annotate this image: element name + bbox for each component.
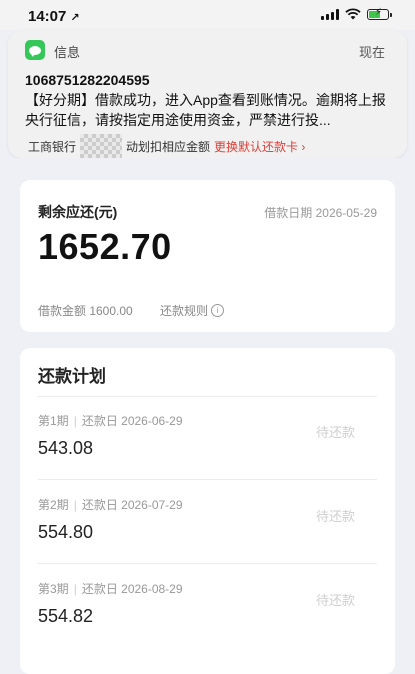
rules-label: 还款规则 [160,304,209,318]
bank-prefix: 工商银行 [28,139,77,154]
repayment-page: 工商银行 动划扣相应金额 更换默认还款卡 › 剩余应还(元) 借款日期 2026… [8,134,407,674]
messages-app-icon [25,40,45,60]
notification-time: 现在 [358,45,385,60]
notification-sender: 1068751282204595 [25,72,150,88]
row-amount: 554.80 [38,522,94,542]
bank-card-line: 工商银行 动划扣相应金额 更换默认还款卡 › [28,134,305,158]
remaining-label: 剩余应还(元) [38,204,118,220]
location-arrow-icon: ↗ [70,12,80,24]
change-card-link[interactable]: 更换默认还款卡 › [214,138,305,155]
redacted-mosaic [80,134,123,158]
row-period: 第2期 | 还款日 2026-07-29 [38,498,183,512]
wifi-icon [345,8,361,20]
loan-amount: 借款金额 1600.00 [38,304,133,318]
row-period: 第3期 | 还款日 2026-08-29 [38,582,183,596]
status-time: 14:07 ↗ [28,8,80,25]
charging-bolt-icon: ⚡ [375,6,383,18]
cellular-signal-icon [321,8,339,20]
row-period: 第1期 | 还款日 2026-06-29 [38,414,183,428]
row-amount: 543.08 [38,438,94,458]
plan-row[interactable]: 第2期 | 还款日 2026-07-29 554.80 待还款 [20,480,395,564]
loan-date: 借款日期 2026-05-29 [264,206,377,220]
status-icons: ⚡ [321,6,392,20]
battery-icon: ⚡ [367,6,392,20]
row-status: 待还款 [315,425,355,440]
clock: 14:07 [28,8,67,25]
row-status: 待还款 [315,509,355,524]
notification-body: 【好分期】借款成功，进入App查看到账情况。逾期将上报央行征信，请按指定用途使用… [25,92,386,128]
plan-row[interactable]: 第1期 | 还款日 2026-06-29 543.08 待还款 [20,396,395,480]
status-bar: 14:07 ↗ ⚡ [0,0,415,30]
info-icon: i [211,304,225,317]
repayment-rules-link[interactable]: 还款规则 i [160,302,225,319]
remaining-amount: 1652.70 [38,226,172,267]
plan-title: 还款计划 [38,367,106,386]
repayment-plan-card: 还款计划 第1期 | 还款日 2026-06-29 543.08 待还款 第2期 | 还… [20,348,395,674]
notification-app-name: 信息 [54,45,81,60]
bank-middle-text: 动划扣相应金额 [126,139,211,154]
row-status: 待还款 [315,593,355,608]
plan-row[interactable]: 第3期 | 还款日 2026-08-29 554.82 待还款 [20,564,395,648]
summary-card: 剩余应还(元) 借款日期 2026-05-29 1652.70 借款金额 160… [20,180,395,332]
row-amount: 554.82 [38,606,94,626]
